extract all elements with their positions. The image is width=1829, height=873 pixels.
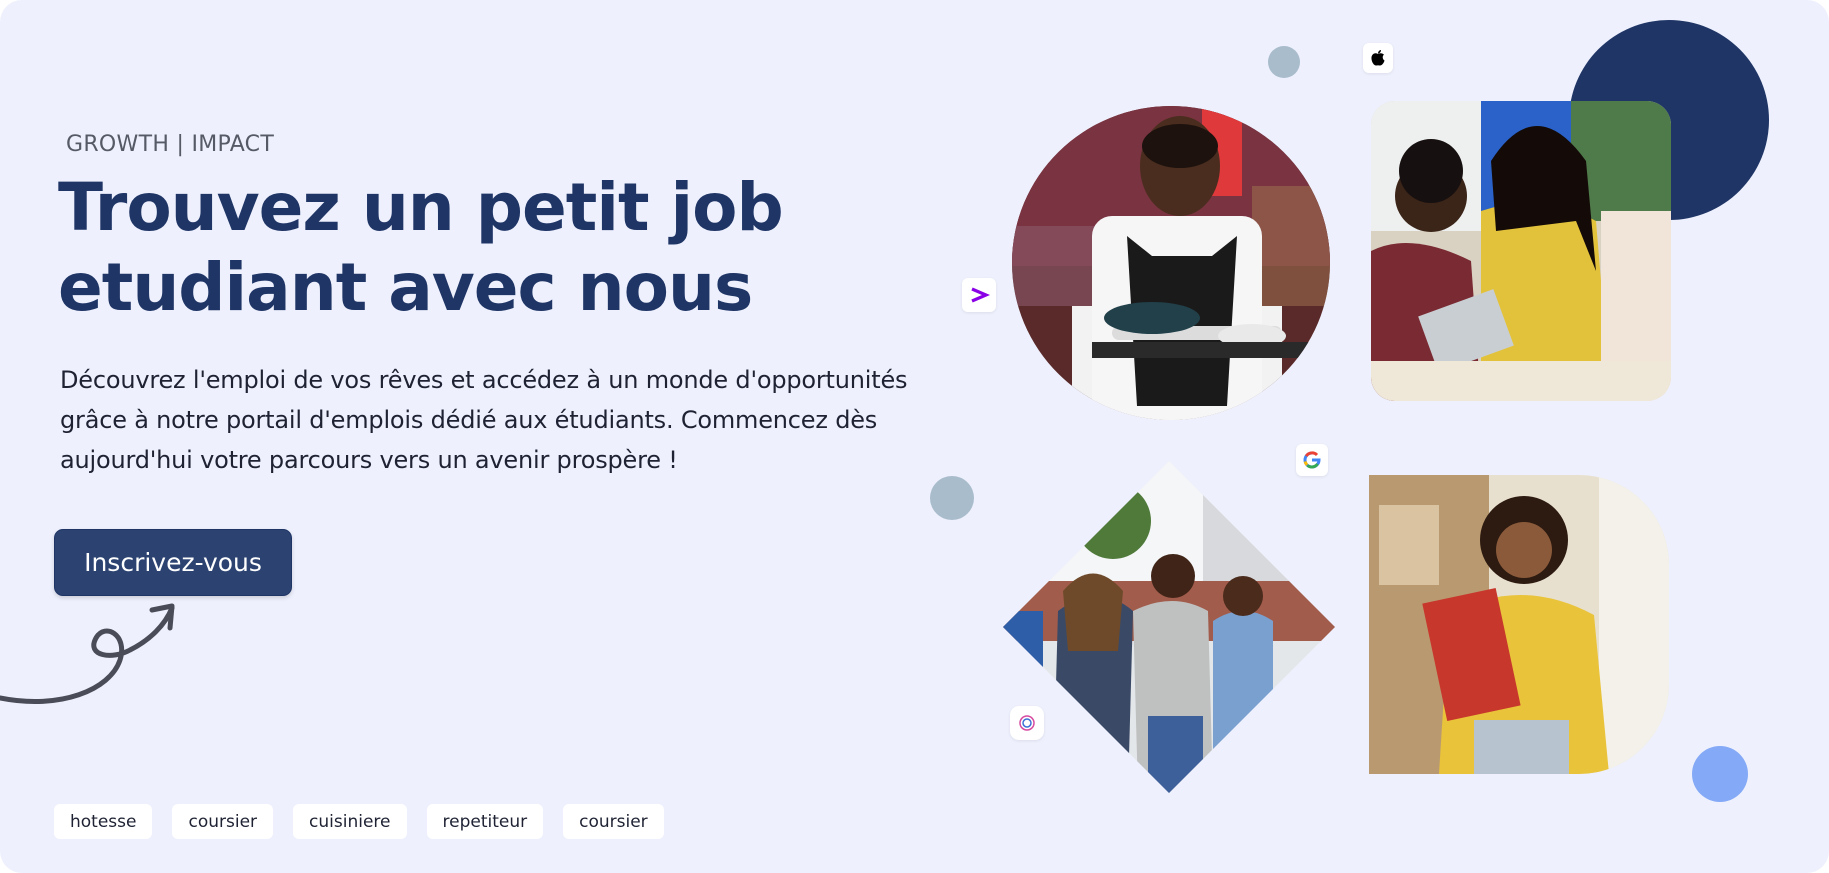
grey-dot-top bbox=[1268, 46, 1300, 78]
small-brand-logo-icon bbox=[1010, 706, 1044, 740]
headline-line-1: Trouvez un petit job bbox=[58, 169, 784, 246]
headline-line-2: etudiant avec nous bbox=[58, 249, 753, 326]
eyebrow-text: GROWTH | IMPACT bbox=[66, 132, 275, 157]
tag-coursier[interactable]: coursier bbox=[172, 804, 274, 839]
job-tags: hotesse coursier cuisiniere repetiteur c… bbox=[54, 804, 664, 839]
signup-button[interactable]: Inscrivez-vous bbox=[54, 529, 292, 596]
tag-coursier-2[interactable]: coursier bbox=[563, 804, 664, 839]
tag-repetiteur[interactable]: repetiteur bbox=[426, 804, 544, 839]
description: Découvrez l'emploi de vos rêves et accéd… bbox=[60, 360, 960, 480]
tag-hotesse[interactable]: hotesse bbox=[54, 804, 153, 839]
description-line-3: aujourd'hui votre parcours vers un aveni… bbox=[60, 446, 678, 474]
tag-cuisiniere[interactable]: cuisiniere bbox=[293, 804, 407, 839]
google-logo-icon bbox=[1296, 444, 1328, 476]
accenture-logo-icon bbox=[962, 278, 996, 312]
headline: Trouvez un petit job etudiant avec nous bbox=[58, 168, 818, 328]
description-line-2: grâce à notre portail d'emplois dédié au… bbox=[60, 406, 878, 434]
waitress-photo bbox=[1012, 106, 1330, 420]
hero-section: GROWTH | IMPACT Trouvez un petit job etu… bbox=[0, 0, 1829, 873]
description-line-1: Découvrez l'emploi de vos rêves et accéd… bbox=[60, 366, 908, 394]
blue-dot bbox=[1692, 746, 1748, 802]
students-walking-photo bbox=[1003, 461, 1335, 793]
curly-arrow-icon bbox=[0, 603, 175, 704]
grey-dot-middle bbox=[930, 476, 974, 520]
apple-logo-icon bbox=[1363, 43, 1393, 73]
student-books-photo bbox=[1369, 475, 1669, 774]
students-laptop-photo bbox=[1371, 101, 1671, 401]
